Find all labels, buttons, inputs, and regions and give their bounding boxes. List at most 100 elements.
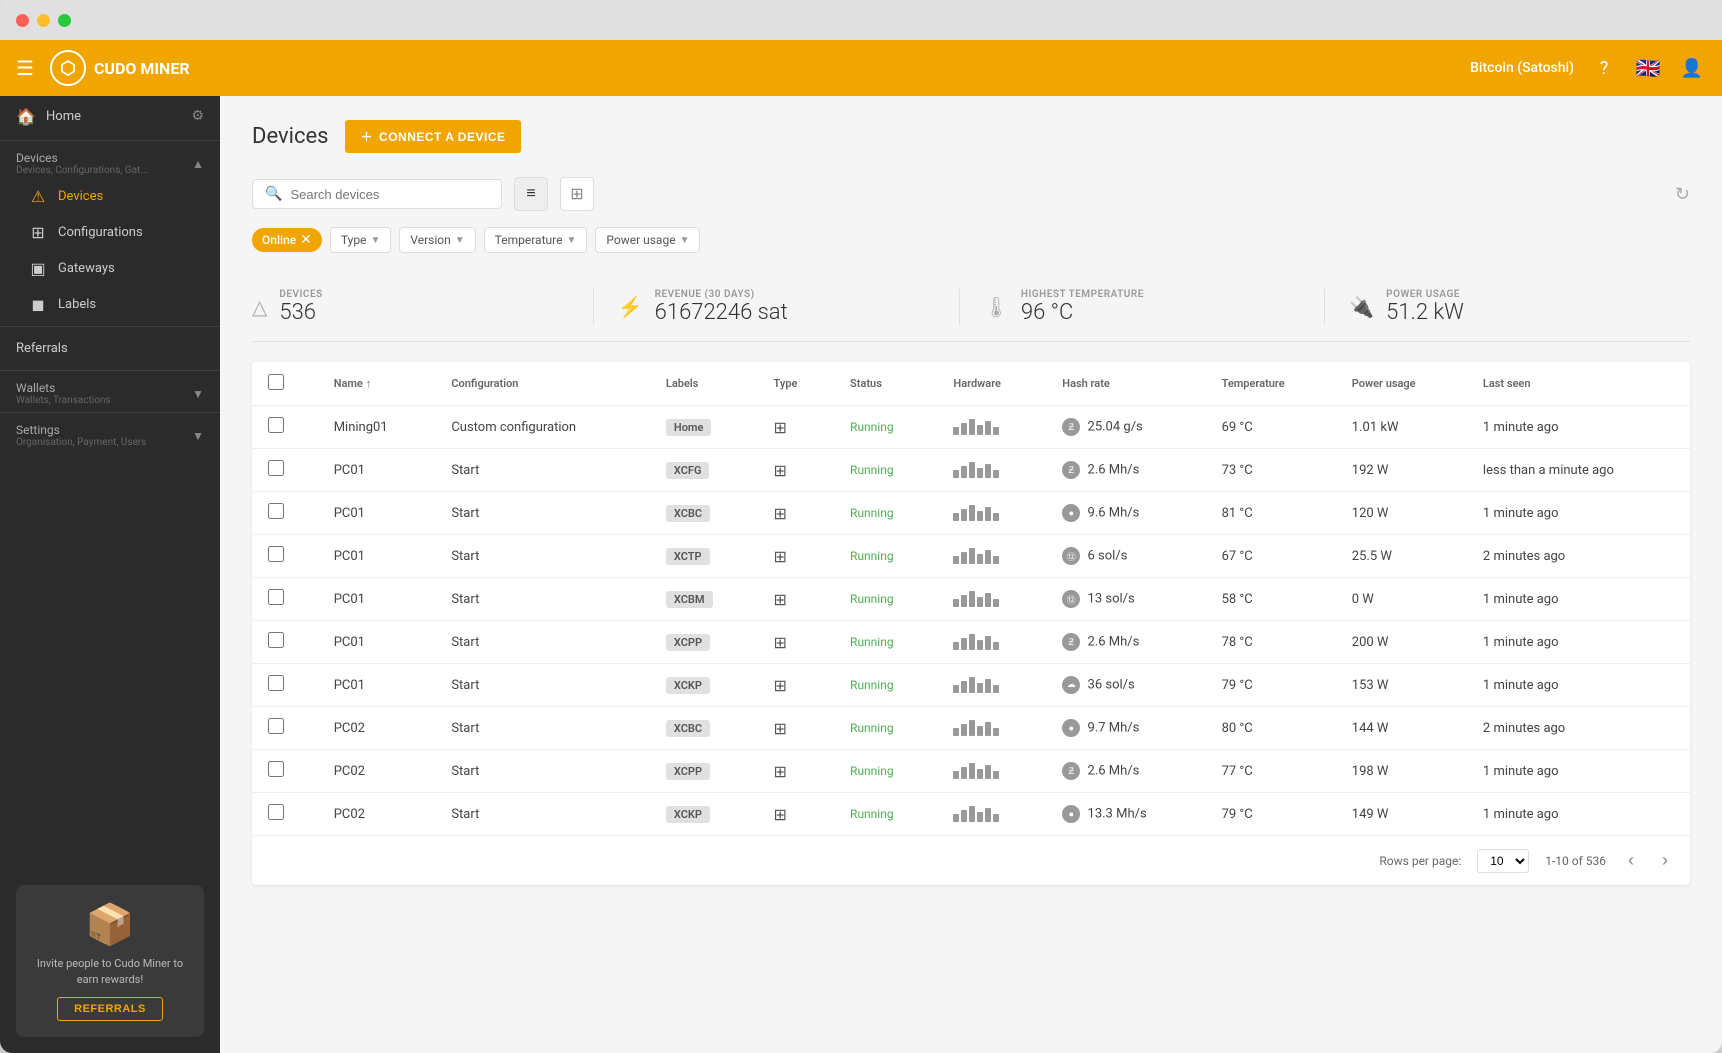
select-all-checkbox[interactable] (268, 374, 284, 390)
row-name: PC01 (318, 449, 436, 492)
row-checkbox[interactable] (252, 535, 318, 578)
th-name[interactable]: Name ↑ (318, 362, 436, 406)
row-hardware (937, 621, 1046, 664)
wallets-group-label: Wallets (16, 381, 111, 395)
sidebar-item-labels[interactable]: ◼ Labels (0, 286, 220, 322)
row-temperature: 78 °C (1206, 621, 1336, 664)
os-icon: ⊞ (774, 504, 787, 523)
type-filter[interactable]: Type ▼ (330, 227, 391, 253)
sidebar-referral-box: 📦 Invite people to Cudo Miner to earn re… (0, 869, 220, 1053)
wallets-collapse-icon[interactable]: ▼ (192, 387, 204, 401)
maximize-button[interactable] (58, 14, 71, 27)
row-select-checkbox[interactable] (268, 761, 284, 777)
row-hardware (937, 449, 1046, 492)
row-status: Running (834, 578, 937, 621)
row-status: Running (834, 664, 937, 707)
next-page-button[interactable]: › (1656, 848, 1674, 873)
hamburger-menu[interactable]: ☰ (16, 56, 34, 80)
row-select-checkbox[interactable] (268, 804, 284, 820)
rows-per-page-select[interactable]: 10 25 50 (1477, 849, 1529, 873)
account-icon[interactable]: 👤 (1678, 54, 1706, 82)
devices-group-header[interactable]: Devices Devices, Configurations, Gat... … (0, 145, 220, 178)
row-type: ⊞ (758, 707, 835, 750)
settings-gear-icon[interactable]: ⚙ (191, 108, 204, 124)
row-checkbox[interactable] (252, 750, 318, 793)
help-icon[interactable]: ? (1590, 54, 1618, 82)
row-checkbox[interactable] (252, 578, 318, 621)
row-type: ⊞ (758, 621, 835, 664)
settings-group-header[interactable]: Settings Organisation, Payment, Users ▼ (0, 417, 220, 450)
row-select-checkbox[interactable] (268, 546, 284, 562)
power-usage-filter[interactable]: Power usage ▼ (595, 227, 700, 253)
row-select-checkbox[interactable] (268, 503, 284, 519)
refresh-icon[interactable]: ↻ (1675, 184, 1690, 205)
sidebar-item-configurations[interactable]: ⊞ Configurations (0, 214, 220, 250)
row-select-checkbox[interactable] (268, 632, 284, 648)
settings-collapse-icon[interactable]: ▼ (192, 429, 204, 443)
row-select-checkbox[interactable] (268, 718, 284, 734)
row-name: PC02 (318, 707, 436, 750)
row-temperature: 80 °C (1206, 707, 1336, 750)
row-checkbox[interactable] (252, 449, 318, 492)
row-name: PC02 (318, 750, 436, 793)
connect-device-button[interactable]: ＋ CONNECT A DEVICE (345, 120, 522, 153)
table-row: PC01 Start XCTP ⊞ Running ⑫ 6 sol/s 67 °… (252, 535, 1690, 578)
row-type: ⊞ (758, 492, 835, 535)
os-icon: ⊞ (774, 461, 787, 480)
row-select-checkbox[interactable] (268, 460, 284, 476)
row-checkbox[interactable] (252, 707, 318, 750)
sidebar-item-referrals[interactable]: Referrals (0, 331, 220, 366)
table-row: Mining01 Custom configuration Home ⊞ Run… (252, 406, 1690, 449)
row-temperature: 79 °C (1206, 793, 1336, 836)
row-power: 149 W (1336, 793, 1467, 836)
row-select-checkbox[interactable] (268, 417, 284, 433)
th-status: Status (834, 362, 937, 406)
online-chip-remove[interactable]: ✕ (300, 232, 312, 248)
power-stat-icon: 🔌 (1349, 295, 1374, 319)
version-filter[interactable]: Version ▼ (399, 227, 475, 253)
row-label: XCPP (650, 621, 758, 664)
version-label: Version (410, 233, 450, 247)
os-icon: ⊞ (774, 762, 787, 781)
prev-page-button[interactable]: ‹ (1622, 848, 1640, 873)
wallets-group-header[interactable]: Wallets Wallets, Transactions ▼ (0, 375, 220, 408)
sidebar-item-gateways[interactable]: ▣ Gateways (0, 250, 220, 286)
divider2 (0, 326, 220, 327)
temperature-filter[interactable]: Temperature ▼ (484, 227, 588, 253)
rows-per-page-label: Rows per page: (1379, 854, 1461, 868)
sidebar-item-devices[interactable]: ⚠ Devices (0, 178, 220, 214)
row-label: XCBC (650, 492, 758, 535)
row-label: XCPP (650, 750, 758, 793)
row-name: PC01 (318, 578, 436, 621)
row-checkbox[interactable] (252, 406, 318, 449)
row-checkbox[interactable] (252, 793, 318, 836)
row-hashrate: ● 13.3 Mh/s (1046, 793, 1205, 836)
search-input[interactable] (290, 187, 489, 202)
list-view-button[interactable]: ≡ (514, 177, 548, 211)
sidebar-item-home[interactable]: 🏠 Home ⚙ (0, 96, 220, 136)
stat-power: 🔌 POWER USAGE 51.2 kW (1325, 289, 1690, 325)
online-filter-chip[interactable]: Online ✕ (252, 228, 322, 252)
row-hardware (937, 793, 1046, 836)
row-label: XCBM (650, 578, 758, 621)
row-select-checkbox[interactable] (268, 589, 284, 605)
row-hashrate: ☁ 36 sol/s (1046, 664, 1205, 707)
row-checkbox[interactable] (252, 621, 318, 664)
wallets-subtitle: Wallets, Transactions (16, 395, 111, 406)
minimize-button[interactable] (37, 14, 50, 27)
row-checkbox[interactable] (252, 492, 318, 535)
labels-icon: ◼ (28, 294, 48, 314)
row-name: PC01 (318, 535, 436, 578)
referrals-button[interactable]: REFERRALS (57, 997, 163, 1021)
row-hardware (937, 535, 1046, 578)
temp-stat-value: 96 °C (1021, 300, 1144, 325)
row-hashrate: ⑫ 13 sol/s (1046, 578, 1205, 621)
close-button[interactable] (16, 14, 29, 27)
th-hardware: Hardware (937, 362, 1046, 406)
row-checkbox[interactable] (252, 664, 318, 707)
row-last-seen: 1 minute ago (1467, 492, 1690, 535)
row-select-checkbox[interactable] (268, 675, 284, 691)
collapse-icon[interactable]: ▲ (192, 157, 204, 171)
language-flag[interactable]: 🇬🇧 (1634, 54, 1662, 82)
grid-view-button[interactable]: ⊞ (560, 177, 594, 211)
